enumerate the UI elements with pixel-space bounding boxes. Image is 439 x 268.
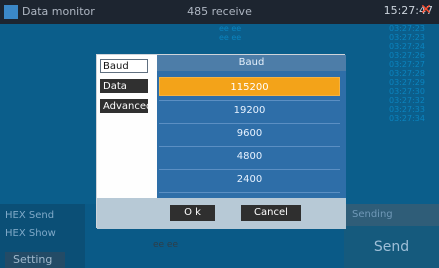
- time-line: 03:27:32: [389, 96, 425, 105]
- baud-header: Baud: [157, 55, 346, 71]
- send-text: ee ee: [153, 240, 179, 250]
- hex-lines: ee ee ee ee: [219, 24, 279, 42]
- time-line: 03:27:33: [389, 105, 425, 114]
- send-button[interactable]: Send: [344, 226, 439, 268]
- baud-option[interactable]: 4800: [159, 146, 340, 165]
- cancel-button[interactable]: Cancel: [241, 205, 301, 221]
- close-icon[interactable]: ✕: [419, 3, 433, 17]
- sending-label: Sending: [344, 204, 439, 226]
- time-line: 03:27:30: [389, 87, 425, 96]
- send-area: Sending Send: [344, 204, 439, 268]
- screen-title: 485 receive: [187, 5, 252, 18]
- time-line: 03:27:34: [389, 114, 425, 123]
- baud-option-selected[interactable]: 115200: [159, 77, 340, 96]
- ok-button[interactable]: O k: [170, 205, 215, 221]
- baud-dialog: Baud Data Advanced Baud 115200 19200 960…: [96, 54, 346, 229]
- hex-show-toggle[interactable]: HEX Show: [5, 228, 56, 239]
- baud-option[interactable]: 19200: [159, 100, 340, 119]
- time-line: 03:27:23: [389, 33, 425, 42]
- hex-line: ee ee: [219, 24, 242, 33]
- tab-advanced[interactable]: Advanced: [100, 99, 152, 113]
- baud-option[interactable]: 2400: [159, 169, 340, 188]
- time-line: 03:27:28: [389, 69, 425, 78]
- tab-data[interactable]: Data: [100, 79, 148, 93]
- dialog-tabs: Baud Data Advanced: [97, 55, 157, 198]
- hex-send-toggle[interactable]: HEX Send: [5, 210, 54, 221]
- left-controls: HEX Send HEX Show Setting: [0, 204, 85, 268]
- time-lines: 03:27:23 03:27:23 03:27:24 03:27:26 03:2…: [389, 24, 429, 123]
- tab-baud[interactable]: Baud: [100, 59, 148, 73]
- time-line: 03:27:27: [389, 60, 425, 69]
- dialog-footer: O k Cancel: [97, 198, 346, 229]
- time-line: 03:27:26: [389, 51, 425, 60]
- baud-options: Baud 115200 19200 9600 4800 2400 1200: [157, 55, 346, 198]
- setting-button[interactable]: Setting: [5, 252, 65, 268]
- title-bar: Data monitor 485 receive 15:27:47 ✕: [0, 0, 439, 24]
- time-line: 03:27:23: [389, 24, 425, 33]
- time-line: 03:27:29: [389, 78, 425, 87]
- hex-line: ee ee: [219, 33, 242, 42]
- baud-option[interactable]: 9600: [159, 123, 340, 142]
- time-line: 03:27:24: [389, 42, 425, 51]
